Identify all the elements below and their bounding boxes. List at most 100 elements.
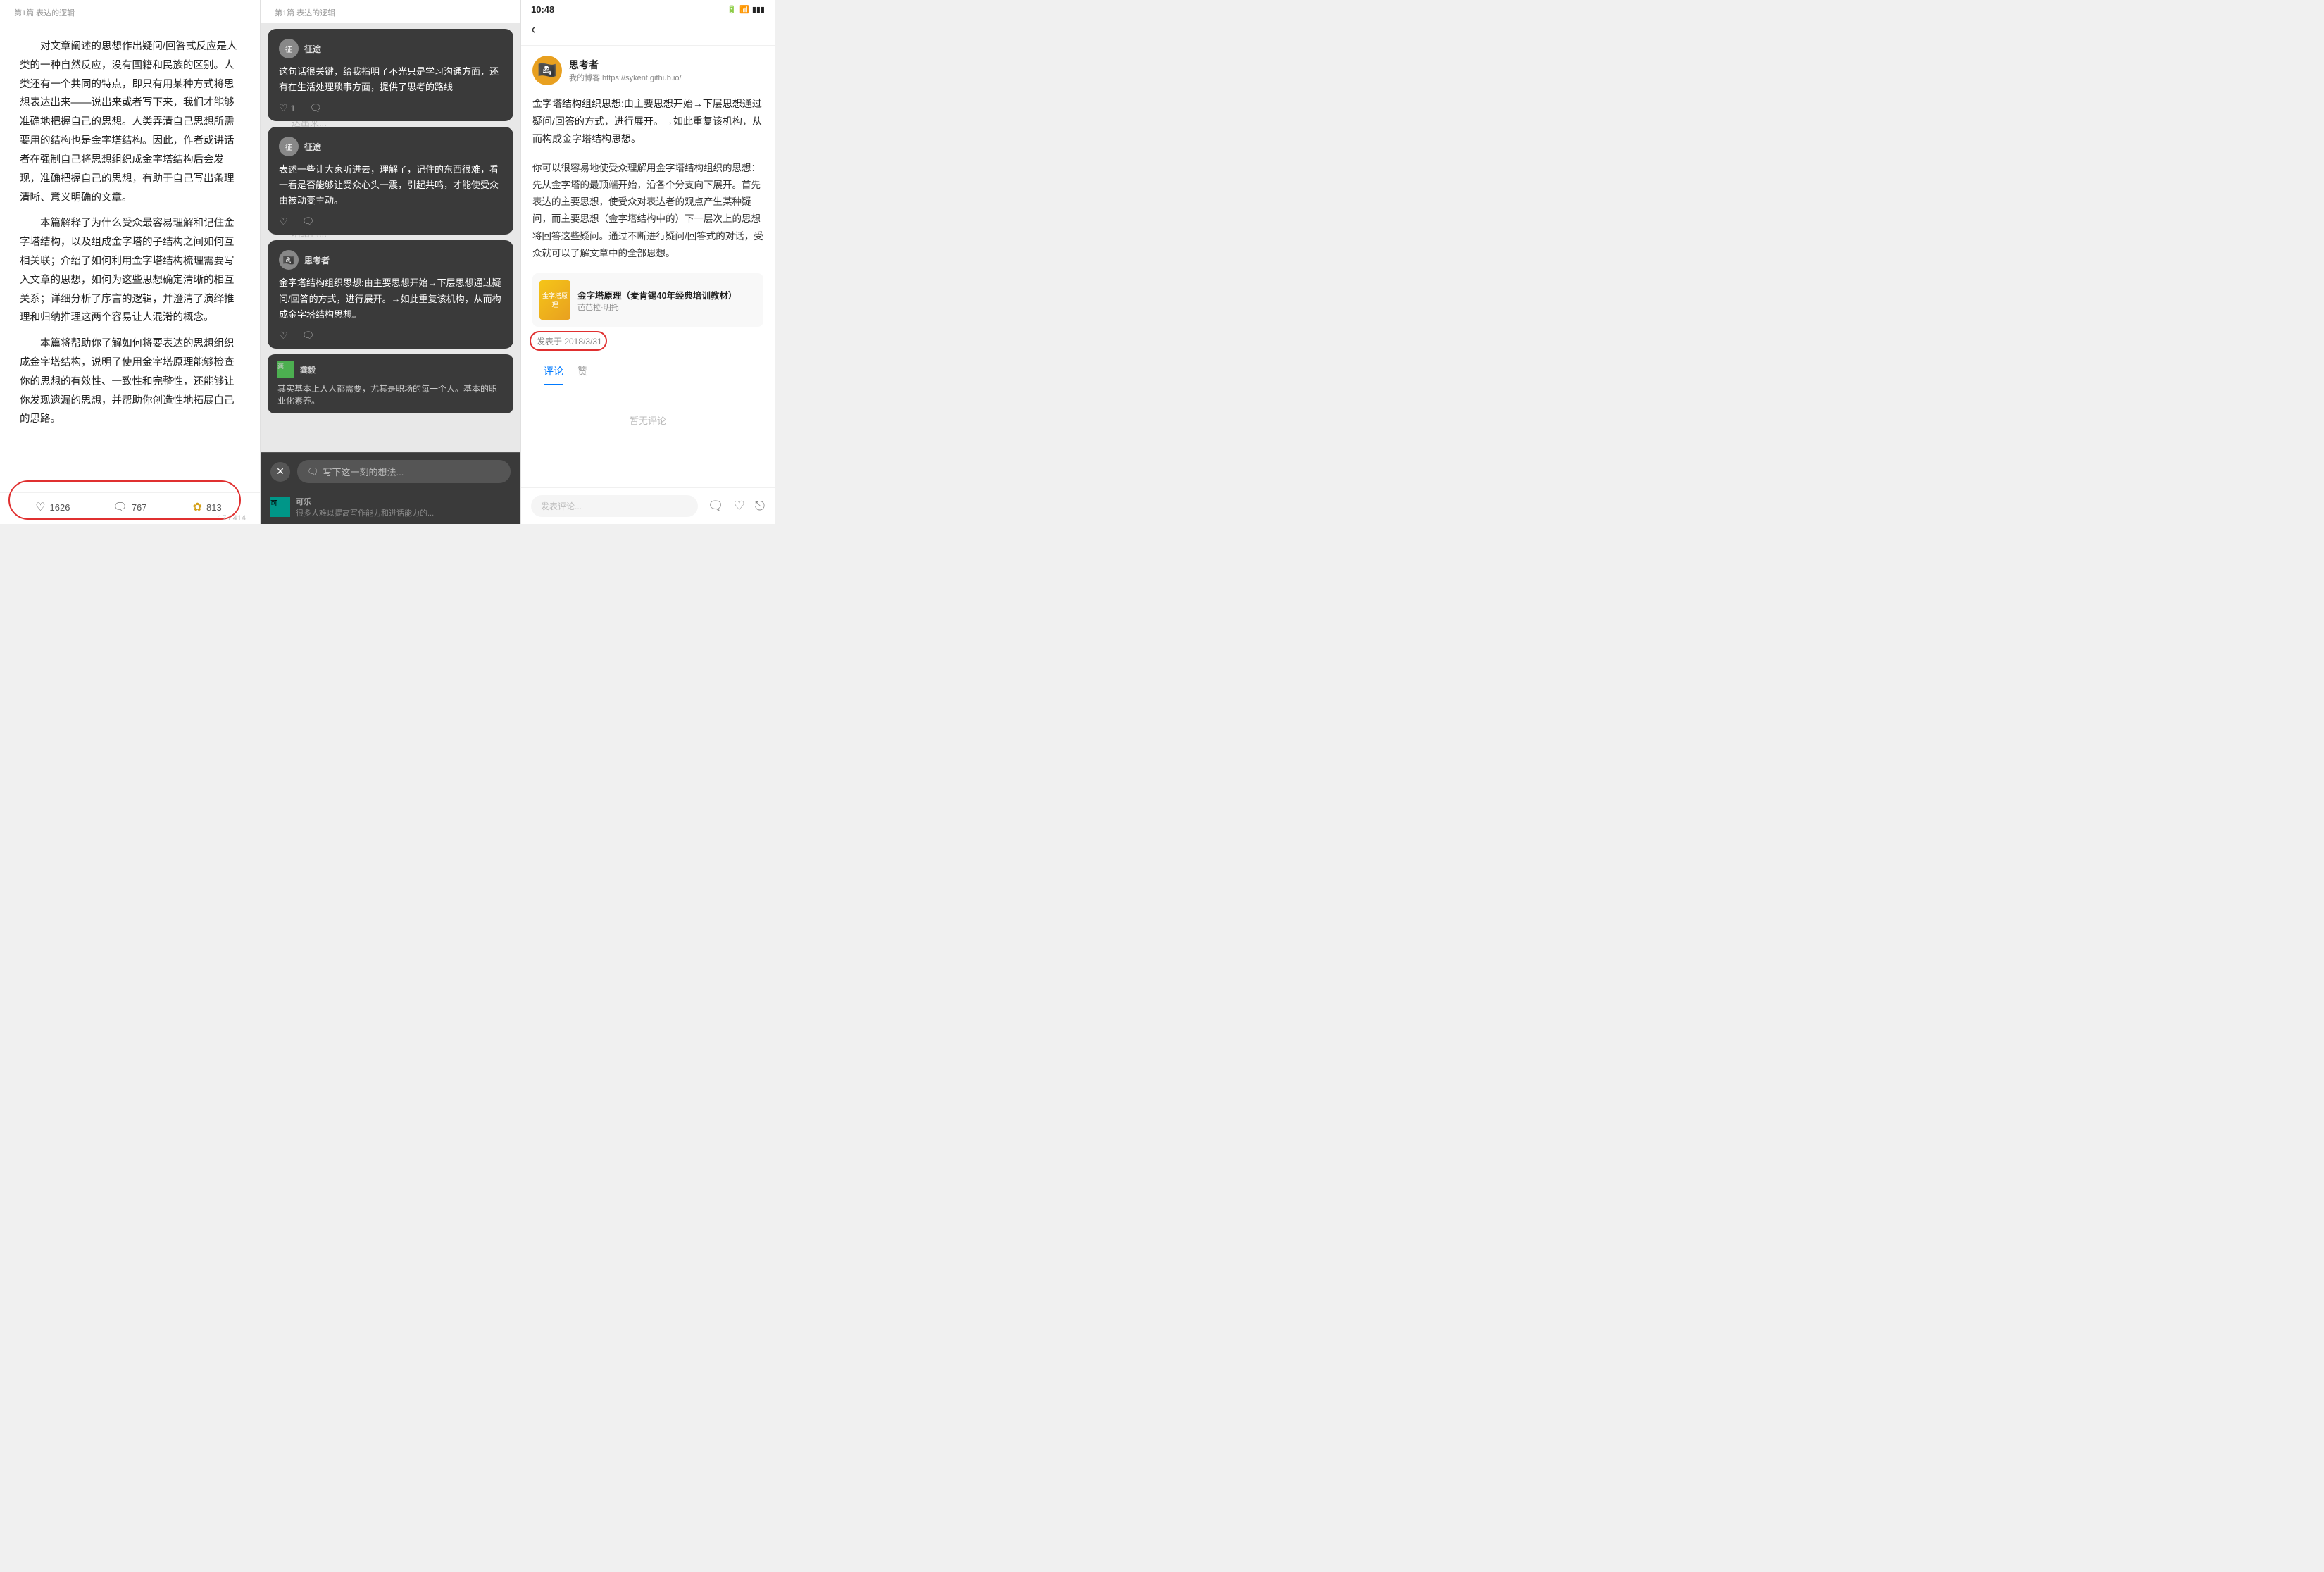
- like-icon-btn[interactable]: ♡: [734, 499, 745, 513]
- card-1-avatar-letter: 征: [285, 44, 292, 54]
- card-1-reply-btn[interactable]: 🗨: [309, 102, 322, 114]
- book-cover: 金字塔原理: [539, 280, 570, 320]
- tab-like[interactable]: 赞: [577, 358, 587, 385]
- preview-1-body: 其实基本上人人都需要，尤其是职场的每一个人。基本的职业化素养。: [277, 382, 504, 406]
- comment-card-3[interactable]: 🏴‍☠️ 思考者 金字塔结构组织思想:由主要思想开始→下层思想通过疑问/回答的方…: [268, 240, 513, 348]
- like-button[interactable]: ♡ 1626: [14, 500, 92, 514]
- tab-comment[interactable]: 评论: [544, 358, 563, 385]
- left-para-1: 对文章阐述的思想作出疑问/回答式反应是人类的一种自然反应，没有国籍和民族的区别。…: [20, 37, 240, 207]
- author-avatar: 🏴‍☠️: [532, 56, 562, 85]
- author-info: 思考者 我的博客:https://sykent.github.io/: [569, 58, 682, 83]
- card-3-like-btn[interactable]: ♡: [279, 330, 288, 342]
- card-2-heart-icon: ♡: [279, 216, 288, 227]
- bottom-preview-avatar: 可: [270, 497, 290, 517]
- card-1-heart-icon: ♡: [279, 102, 288, 114]
- left-content: 对文章阐述的思想作出疑问/回答式反应是人类的一种自然反应，没有国籍和民族的区别。…: [0, 23, 260, 492]
- book-author: 芭芭拉·明托: [577, 301, 737, 313]
- card-3-avatar: 🏴‍☠️: [279, 250, 299, 270]
- comment-input-area[interactable]: 🗨 写下这一刻的想法...: [297, 460, 511, 483]
- article-sub-text: 你可以很容易地使受众理解用金字塔结构组织的思想：先从金字塔的最顶端开始，沿各个分…: [532, 160, 763, 263]
- card-1-reply-icon: 🗨: [309, 102, 322, 114]
- card-3-header: 🏴‍☠️ 思考者: [279, 250, 502, 270]
- left-panel: 第1篇 表达的逻辑 对文章阐述的思想作出疑问/回答式反应是人类的一种自然反应，没…: [0, 0, 261, 524]
- comment-input[interactable]: 发表评论...: [531, 495, 698, 517]
- card-2-avatar: 征: [279, 137, 299, 156]
- comment-placeholder: 写下这一刻的想法...: [323, 465, 404, 478]
- book-info: 金字塔原理（麦肯锡40年经典培训教材） 芭芭拉·明托: [577, 288, 737, 313]
- share-count: 813: [206, 502, 222, 513]
- card-1-avatar: 征: [279, 39, 299, 58]
- like-count: 1626: [50, 502, 70, 513]
- comment-button[interactable]: 🗨 767: [92, 500, 169, 514]
- preview-1-letter: 龚: [277, 363, 284, 370]
- wifi-icon: 📶: [739, 5, 749, 14]
- card-1-like-btn[interactable]: ♡ 1: [279, 102, 295, 114]
- no-comment-text: 暂无评论: [532, 392, 763, 448]
- close-button[interactable]: ✕: [270, 462, 290, 482]
- page-indicator: 17 / 414: [218, 514, 246, 523]
- mid-panel: 第1篇 表达的逻辑 类的一种自然反应，没有国籍和民族的区别。人类还有一个共同的特…: [261, 0, 521, 524]
- preview-1-avatar: 龚: [277, 361, 294, 378]
- left-breadcrumb: 第1篇 表达的逻辑: [0, 0, 260, 23]
- card-3-username: 思考者: [304, 254, 330, 266]
- left-para-3: 本篇将帮助你了解如何将要表达的思想组织成金字塔结构，说明了使用金字塔原理能够检查…: [20, 335, 240, 429]
- card-2-reply-btn[interactable]: 🗨: [302, 216, 315, 227]
- comment-cards: 征 征途 这句话很关键，给我指明了不光只是学习沟通方面，还有在生活处理琐事方面，…: [261, 23, 520, 452]
- mid-breadcrumb: 第1篇 表达的逻辑: [261, 0, 520, 23]
- card-2-like-btn[interactable]: ♡: [279, 216, 288, 227]
- share-icon-btn[interactable]: ⎋: [755, 499, 765, 513]
- bottom-preview-text: 很多人难以提高写作能力和进话能力的...: [296, 507, 434, 518]
- comment-card-1[interactable]: 征 征途 这句话很关键，给我指明了不光只是学习沟通方面，还有在生活处理琐事方面，…: [268, 29, 513, 121]
- bottom-preview-letter: 可: [270, 500, 277, 508]
- book-cover-text: 金字塔原理: [541, 291, 569, 309]
- reply-icon-btn[interactable]: 🗨: [708, 499, 724, 513]
- bottom-preview: 可 可乐 很多人难以提高写作能力和进话能力的...: [261, 490, 520, 524]
- card-3-avatar-letter: 🏴‍☠️: [282, 254, 294, 266]
- mid-content: 类的一种自然反应，没有国籍和民族的区别。人类还有一个共同的特点... 还有一个.…: [261, 23, 520, 452]
- card-1-header: 征 征途: [279, 39, 502, 58]
- card-2-actions: ♡ 🗨: [279, 216, 502, 227]
- card-2-header: 征 征途: [279, 137, 502, 156]
- card-2-reply-icon: 🗨: [302, 216, 315, 227]
- author-blog: 我的博客:https://sykent.github.io/: [569, 72, 682, 83]
- comment-icon: 🗨: [113, 500, 127, 514]
- right-footer: 发表评论... 🗨 ♡ ⎋: [521, 487, 775, 524]
- signal-icon: ▮▮▮: [752, 5, 765, 14]
- status-icons: 🔋 📶 ▮▮▮: [727, 5, 765, 14]
- card-3-actions: ♡ 🗨: [279, 330, 502, 342]
- status-time: 10:48: [531, 4, 554, 15]
- share-icon: ✿: [193, 500, 202, 514]
- author-name: 思考者: [569, 58, 682, 72]
- card-3-heart-icon: ♡: [279, 330, 288, 342]
- card-1-body: 这句话很关键，给我指明了不光只是学习沟通方面，还有在生活处理琐事方面，提供了思考…: [279, 64, 502, 95]
- author-avatar-icon: 🏴‍☠️: [537, 61, 556, 80]
- mid-input-bar: ✕ 🗨 写下这一刻的想法...: [261, 452, 520, 490]
- bottom-preview-body: 可乐 很多人难以提高写作能力和进话能力的...: [296, 496, 434, 518]
- status-bar: 10:48 🔋 📶 ▮▮▮: [521, 0, 775, 19]
- back-button[interactable]: ‹: [531, 22, 536, 38]
- author-row: 🏴‍☠️ 思考者 我的博客:https://sykent.github.io/: [532, 56, 763, 85]
- card-1-username: 征途: [304, 43, 321, 55]
- comment-count: 767: [132, 502, 147, 513]
- preview-card-1: 龚 龚毅 其实基本上人人都需要，尤其是职场的每一个人。基本的职业化素养。: [268, 354, 513, 413]
- heart-icon: ♡: [35, 500, 45, 514]
- right-panel: 10:48 🔋 📶 ▮▮▮ ‹ 🏴‍☠️ 思考者 我的博客:https://sy…: [521, 0, 775, 524]
- card-2-username: 征途: [304, 141, 321, 153]
- comment-icon-mid: 🗨: [307, 466, 319, 478]
- left-footer: ♡ 1626 🗨 767 ✿ 813 17 / 414: [0, 492, 260, 524]
- card-3-reply-icon: 🗨: [302, 330, 315, 342]
- card-3-reply-btn[interactable]: 🗨: [302, 330, 315, 342]
- left-para-2: 本篇解释了为什么受众最容易理解和记住金字塔结构，以及组成金字塔的子结构之间如何互…: [20, 214, 240, 328]
- battery-icon: 🔋: [727, 5, 737, 14]
- bottom-preview-username: 可乐: [296, 496, 434, 507]
- card-2-avatar-letter: 征: [285, 142, 292, 152]
- card-1-like-count: 1: [291, 104, 296, 113]
- top-nav: ‹: [521, 19, 775, 46]
- book-card[interactable]: 金字塔原理 金字塔原理（麦肯锡40年经典培训教材） 芭芭拉·明托: [532, 273, 763, 327]
- article-body: 🏴‍☠️ 思考者 我的博客:https://sykent.github.io/ …: [521, 46, 775, 487]
- preview-1-username: 龚毅: [300, 364, 316, 375]
- article-title-text: 金字塔结构组织思想:由主要思想开始→下层思想通过疑问/回答的方式，进行展开。→如…: [532, 95, 763, 149]
- share-button[interactable]: ✿ 813: [168, 500, 246, 514]
- date-badge-wrap: 发表于 2018/3/31: [532, 334, 763, 349]
- comment-card-2[interactable]: 征 征途 表述一些让大家听进去，理解了，记住的东西很难，看一看是否能够让受众心头…: [268, 127, 513, 235]
